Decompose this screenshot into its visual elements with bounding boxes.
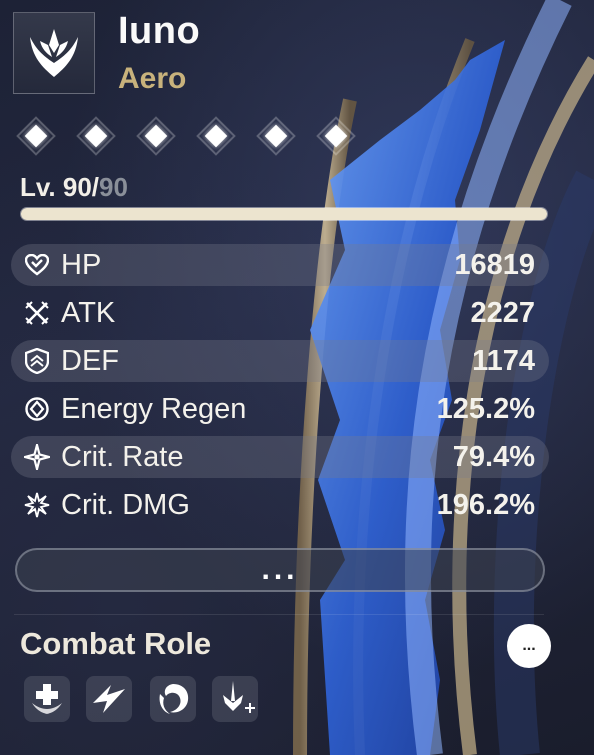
stat-value: 2227 (470, 296, 535, 329)
level-current: Lv. 90/ (20, 172, 100, 202)
crit-rate-star-icon (23, 443, 51, 471)
stat-label: DEF (61, 344, 119, 377)
stat-row-def: DEF 1174 (11, 340, 549, 382)
stat-value: 196.2% (436, 488, 535, 521)
energy-regen-icon (23, 395, 51, 423)
stat-value: 125.2% (436, 392, 535, 425)
sequence-node-4[interactable] (196, 116, 236, 156)
character-stats-panel: Iuno Aero Lv. 90/90 HP 16819 ATK 2227 DE… (0, 0, 594, 755)
section-divider (14, 614, 544, 615)
sequence-node-3[interactable] (136, 116, 176, 156)
stat-label: ATK (61, 296, 116, 329)
sword-boost-role-icon[interactable] (212, 676, 258, 722)
sequence-nodes (16, 116, 356, 164)
combat-role-more-button[interactable]: ... (507, 624, 551, 668)
character-name: Iuno (118, 10, 201, 52)
aero-emblem-icon (30, 29, 78, 77)
level-max: 90 (99, 172, 128, 202)
stat-row-crit-rate: Crit. Rate 79.4% (11, 436, 549, 478)
def-shield-icon (23, 347, 51, 375)
stat-value: 16819 (454, 248, 535, 281)
more-stats-button[interactable]: ... (15, 548, 545, 592)
stat-row-crit-dmg: Crit. DMG 196.2% (11, 484, 549, 526)
level-display: Lv. 90/90 (20, 172, 128, 203)
sequence-node-1[interactable] (16, 116, 56, 156)
sequence-node-6[interactable] (316, 116, 356, 156)
crit-dmg-burst-icon (23, 491, 51, 519)
stat-row-atk: ATK 2227 (11, 292, 549, 334)
character-emblem (13, 12, 95, 94)
stat-label: HP (61, 248, 102, 281)
combat-role-title: Combat Role (20, 626, 212, 661)
hp-heart-icon (23, 251, 51, 279)
aero-erosion-role-icon[interactable] (86, 676, 132, 722)
stat-value: 79.4% (452, 440, 535, 473)
stat-row-energy-regen: Energy Regen 125.2% (11, 388, 549, 430)
sequence-node-2[interactable] (76, 116, 116, 156)
atk-swords-icon (23, 299, 51, 327)
healing-role-icon[interactable] (24, 676, 70, 722)
sequence-node-5[interactable] (256, 116, 296, 156)
stat-label: Crit. DMG (61, 488, 190, 521)
stat-row-hp: HP 16819 (11, 244, 549, 286)
level-progress-bar (20, 207, 548, 221)
character-element: Aero (118, 62, 187, 95)
swirl-role-icon[interactable] (150, 676, 196, 722)
stat-value: 1174 (472, 344, 535, 377)
stat-label: Energy Regen (61, 392, 247, 425)
level-progress-fill (21, 208, 547, 220)
stat-label: Crit. Rate (61, 440, 184, 473)
